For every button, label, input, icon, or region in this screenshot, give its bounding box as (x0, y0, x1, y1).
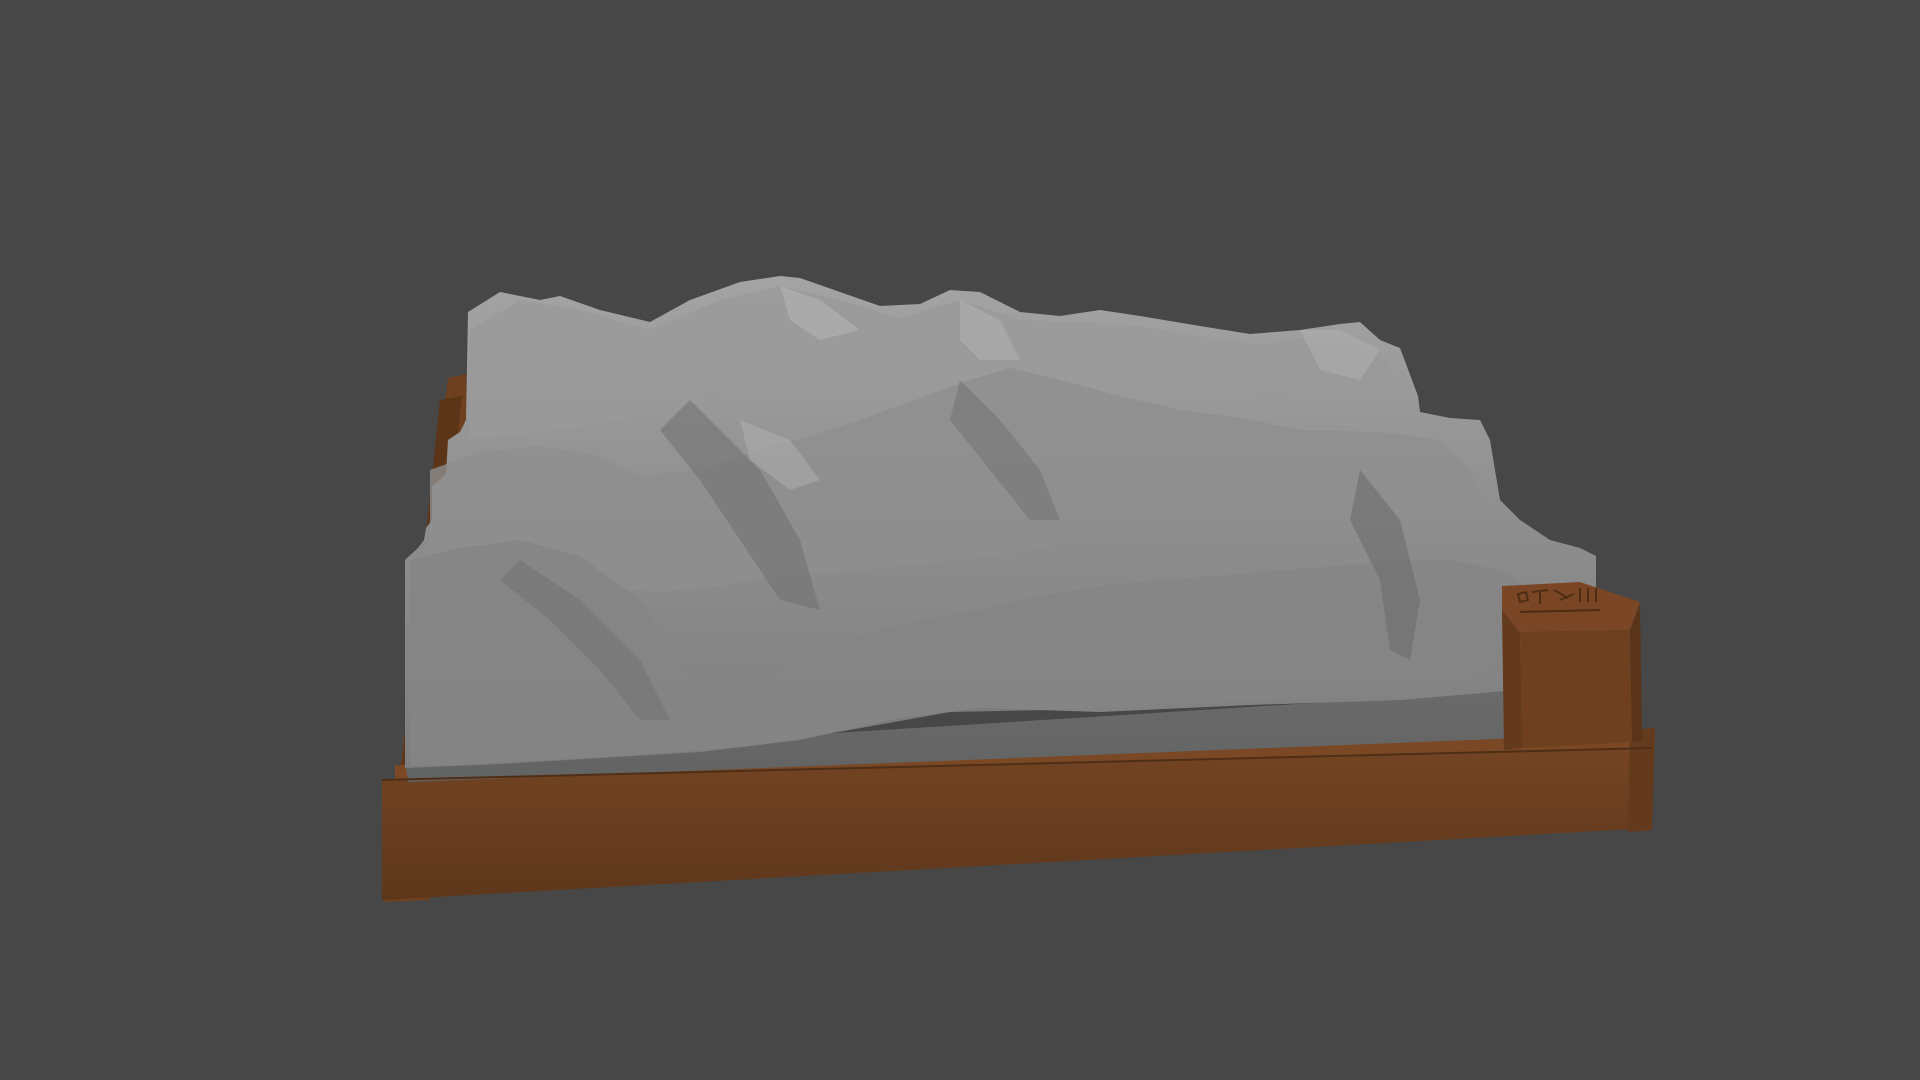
label-block (1502, 582, 1642, 750)
scene-canvas[interactable] (0, 0, 1920, 1080)
3d-viewport[interactable] (0, 0, 1920, 1080)
label-block-top (1502, 582, 1640, 632)
terrain-surface (405, 276, 1596, 768)
label-block-left (1502, 610, 1522, 750)
label-block-front (1520, 630, 1632, 748)
base-right-ledge (1628, 728, 1655, 832)
